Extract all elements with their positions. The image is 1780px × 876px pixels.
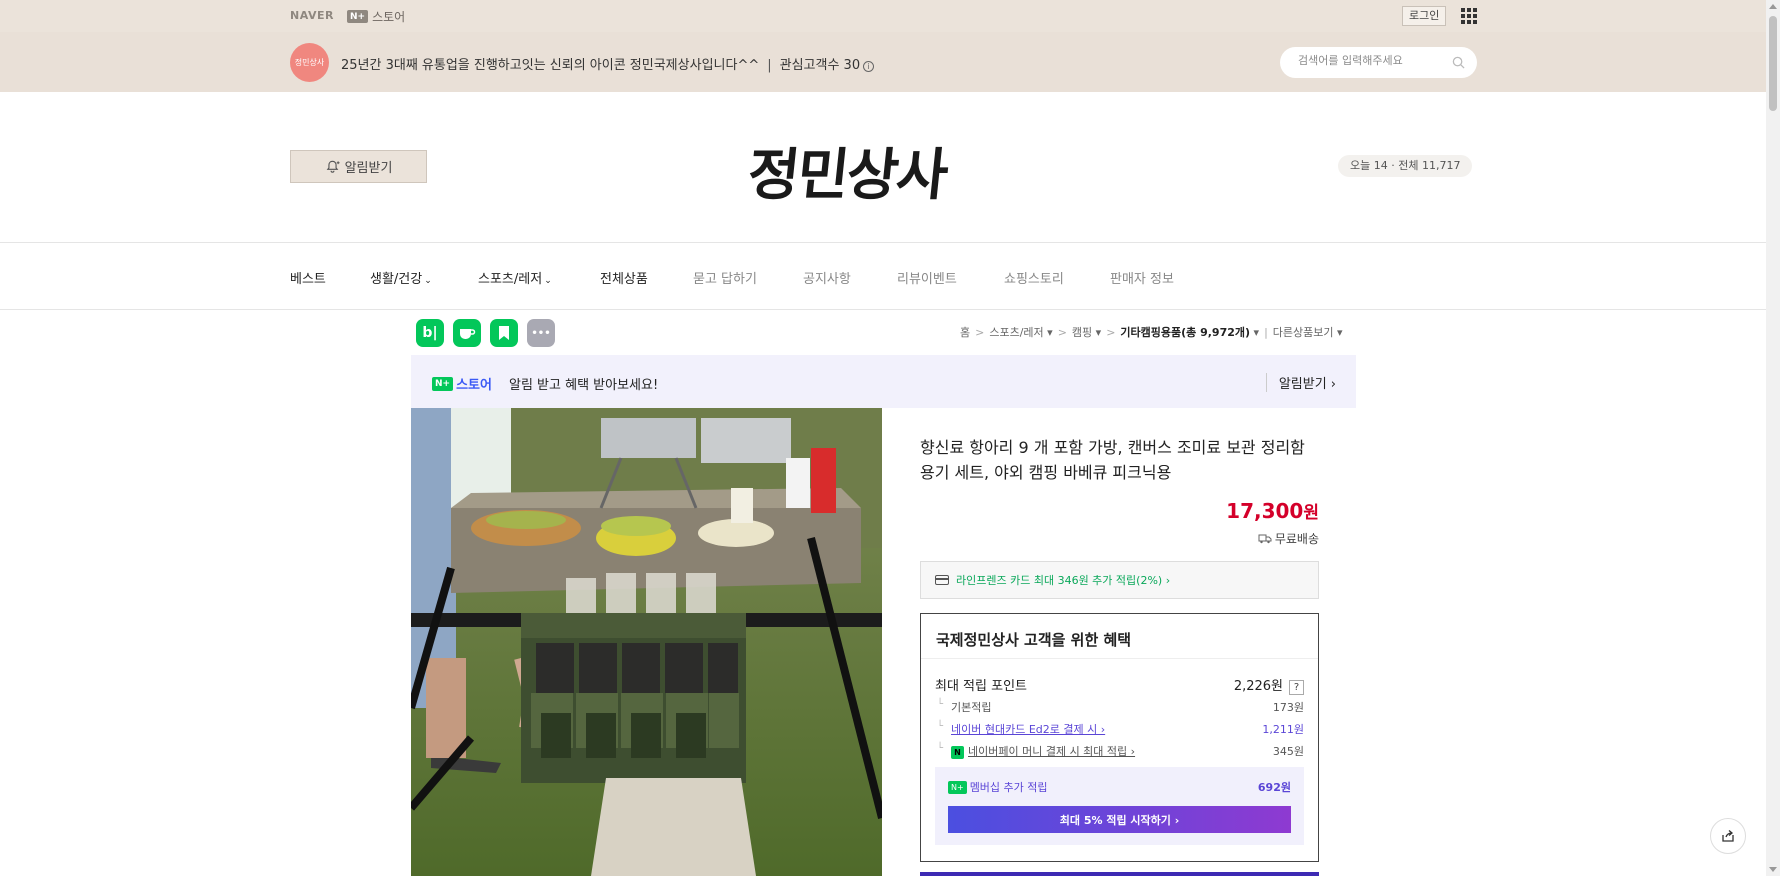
scroll-thumb[interactable] <box>1769 16 1777 111</box>
banner-alarm-button[interactable]: 알림받기 › <box>1265 373 1336 392</box>
membership-box: N+ 멤버십 추가 적립 692원 최대 5% 적립 시작하기 › <box>935 767 1304 845</box>
seller-description: 25년간 3대째 유통업을 진행하고잇는 신뢰의 아이콘 정민국제상사입니다^^… <box>341 54 875 73</box>
global-nav-bar: NAVER N+ 스토어 로그인 <box>0 0 1766 32</box>
basic-points-row: 기본적립173원 <box>935 699 1304 715</box>
seller-intro: 25년간 3대째 유통업을 진행하고잇는 신뢰의 아이콘 정민국제상사입니다^^ <box>341 58 760 73</box>
naver-store-logo[interactable]: N+ 스토어 <box>347 8 405 25</box>
card-icon <box>935 575 949 585</box>
other-products-link[interactable]: 다른상품보기 <box>1273 326 1334 339</box>
product-image[interactable] <box>411 408 882 876</box>
nplus-badge: N+ <box>948 780 967 794</box>
card-benefit-text: 라인프렌즈 카드 최대 346원 추가 적립(2%) › <box>956 574 1171 587</box>
max-points-value: 2,226원 <box>1233 679 1283 694</box>
page: NAVER N+ 스토어 로그인 정민상사 25년간 3대째 유통업을 진행하고… <box>0 0 1780 876</box>
product-price: 17,300원 <box>1226 499 1319 523</box>
store-search-box <box>1280 47 1477 78</box>
search-input[interactable] <box>1298 54 1448 67</box>
alarm-label: 알림받기 <box>344 161 393 176</box>
store-label: 스토어 <box>372 10 406 24</box>
interest-count: 관심고객수 30 <box>779 58 861 73</box>
blog-share-button[interactable]: b| <box>416 319 444 347</box>
alarm-benefit-text: 알림 받고 혜택 받아보세요! <box>509 378 659 393</box>
hyundai-card-row[interactable]: 네이버 현대카드 Ed2로 결제 시 ›1,211원 <box>935 721 1304 737</box>
breadcrumb-home[interactable]: 홈 <box>960 326 970 339</box>
category-nav: 베스트 생활/건강 ⌄ 스포츠/레저 ⌄ 전체상품 묻고 답하기 공지사항 리뷰이벤… <box>0 242 1766 310</box>
npay-icon: N <box>951 746 964 759</box>
seller-bar: 정민상사 25년간 3대째 유통업을 진행하고잇는 신뢰의 아이콘 정민국제상사… <box>0 32 1766 92</box>
share-icon <box>1722 830 1734 842</box>
breadcrumb-etc-camping[interactable]: 기타캠핑용품(총 9,972개) <box>1120 326 1250 339</box>
blog-icon: b| <box>422 325 438 341</box>
chevron-down-icon: ⌄ <box>544 276 552 286</box>
category-item-qna[interactable]: 묻고 답하기 <box>693 268 757 287</box>
naver-store-logo: N+ 스토어 <box>432 374 492 393</box>
category-item-seller-info[interactable]: 판매자 정보 <box>1110 268 1174 287</box>
category-item-review-event[interactable]: 리뷰이벤트 <box>897 268 957 287</box>
store-alarm-banner: N+ 스토어 알림 받고 혜택 받아보세요! 알림받기 › <box>411 355 1356 408</box>
divider <box>921 658 1318 659</box>
category-item-notice[interactable]: 공지사항 <box>803 268 851 287</box>
membership-value: 692원 <box>1257 781 1291 794</box>
apps-grid-icon[interactable] <box>1461 8 1477 24</box>
visit-count: 오늘 14 · 전체 11,717 <box>1338 155 1473 177</box>
vertical-scrollbar[interactable] <box>1766 0 1780 876</box>
shipping-info: 무료배송 <box>1200 530 1319 547</box>
nplus-badge: N+ <box>347 10 369 23</box>
cafe-share-icon[interactable] <box>453 319 481 347</box>
max-points-row: 최대 적립 포인트 2,226원? <box>935 675 1304 695</box>
breadcrumb-sports[interactable]: 스포츠/레저 <box>989 326 1043 339</box>
customer-benefit-box: 국제정민상사 고객을 위한 혜택 최대 적립 포인트 2,226원? 기본적립1… <box>920 613 1319 862</box>
scroll-down-arrow-icon[interactable] <box>1769 867 1777 872</box>
more-share-button[interactable]: ••• <box>527 319 555 347</box>
search-icon[interactable] <box>1452 56 1465 69</box>
chevron-down-icon: ⌄ <box>424 276 432 286</box>
scroll-up-arrow-icon[interactable] <box>1769 4 1777 9</box>
separator: | <box>767 58 772 73</box>
npay-money-row[interactable]: N네이버페이 머니 결제 시 최대 적립 ›345원 <box>935 743 1304 759</box>
info-icon[interactable]: i <box>863 61 875 72</box>
card-benefit-banner[interactable]: 라인프렌즈 카드 최대 346원 추가 적립(2%) › <box>920 561 1319 599</box>
share-buttons: b| ••• <box>416 319 555 347</box>
bell-plus-icon <box>326 160 340 173</box>
help-button[interactable]: ? <box>1289 680 1304 695</box>
seller-avatar[interactable]: 정민상사 <box>290 43 329 82</box>
membership-start-button[interactable]: 최대 5% 적립 시작하기 › <box>948 806 1291 833</box>
naver-logo[interactable]: NAVER <box>290 9 334 22</box>
category-item-shopping-story[interactable]: 쇼핑스토리 <box>1004 268 1064 287</box>
buy-button-top-edge[interactable] <box>920 872 1319 876</box>
floating-share-button[interactable] <box>1710 818 1746 854</box>
more-icon: ••• <box>531 327 551 339</box>
breadcrumb-camping[interactable]: 캠핑 <box>1072 326 1092 339</box>
brand-logo[interactable]: 정민상사 <box>744 130 1012 208</box>
product-title: 향신료 항아리 9 개 포함 가방, 캔버스 조미료 보관 정리함 용기 세트,… <box>920 438 1305 482</box>
category-item-sports-leisure[interactable]: 스포츠/레저 ⌄ <box>478 268 552 287</box>
category-item-all-products[interactable]: 전체상품 <box>600 268 648 287</box>
bookmark-share-icon[interactable] <box>490 319 518 347</box>
category-item-living-health[interactable]: 생활/건강 ⌄ <box>370 268 432 287</box>
breadcrumb: 홈 > 스포츠/레저 ▾ > 캠핑 ▾ > 기타캠핑용품(총 9,972개) ▾ | 다른상품보… <box>960 326 1343 339</box>
category-item-best[interactable]: 베스트 <box>290 268 326 287</box>
membership-row: N+ 멤버십 추가 적립 692원 <box>948 779 1291 795</box>
benefit-title: 국제정민상사 고객을 위한 혜택 <box>936 631 1132 649</box>
alarm-subscribe-button[interactable]: 알림받기 <box>290 150 427 183</box>
login-button[interactable]: 로그인 <box>1402 6 1447 26</box>
truck-icon <box>1258 534 1272 544</box>
